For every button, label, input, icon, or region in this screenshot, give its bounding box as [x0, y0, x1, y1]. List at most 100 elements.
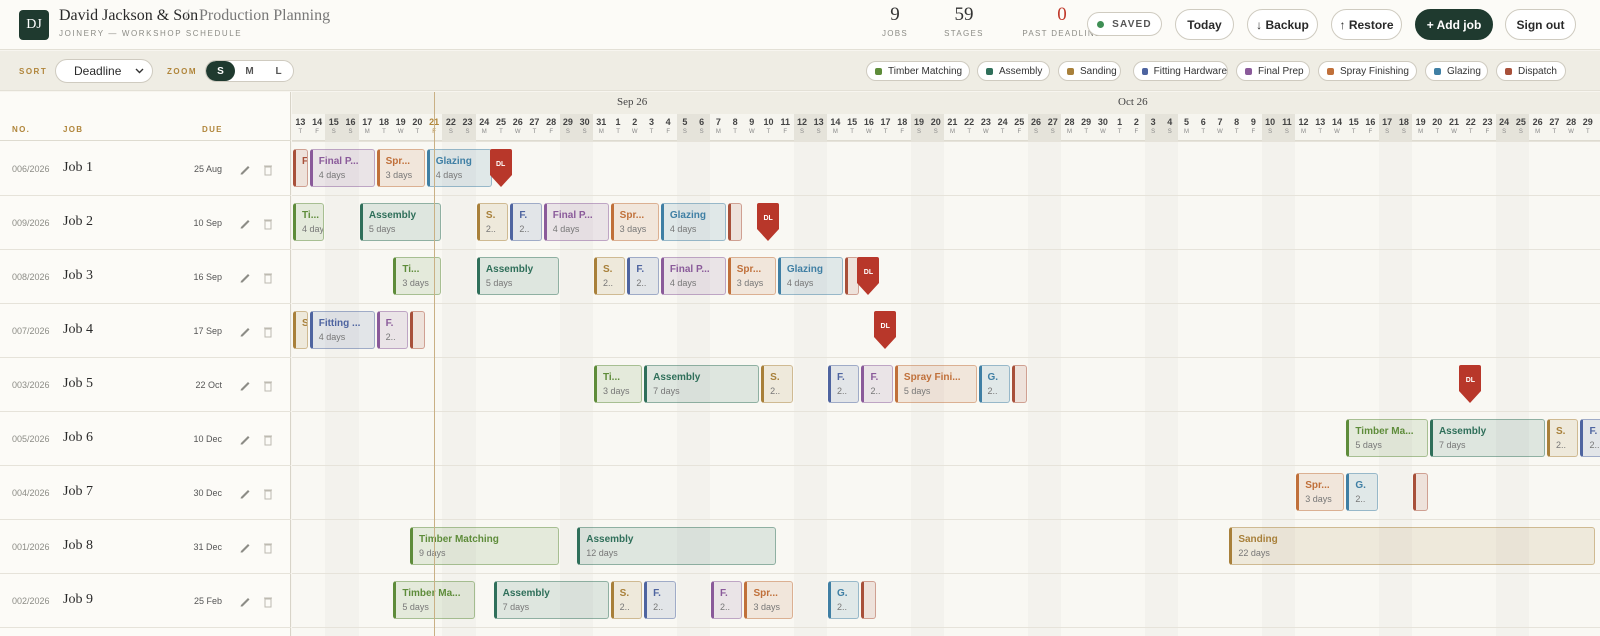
edit-icon[interactable] [239, 432, 251, 446]
stage-bar-spray-finishing[interactable]: Spray Fini... 5 days [894, 365, 977, 403]
backup-button[interactable]: ↓ Backup [1247, 9, 1318, 40]
stage-bar-assembly[interactable]: Assembly 12 days [577, 527, 776, 565]
job-row[interactable]: 002/2026 Job 9 25 Feb [0, 573, 291, 628]
today-button[interactable]: Today [1175, 9, 1234, 40]
job-row[interactable]: 006/2026 Job 1 25 Aug [0, 141, 291, 196]
edit-icon[interactable] [239, 540, 251, 554]
stage-bar-dispatch[interactable] [410, 311, 425, 349]
job-row[interactable]: 008/2026 Job 3 16 Sep [0, 249, 291, 304]
zoom-small-button[interactable]: S [206, 61, 235, 81]
stage-bar-sanding[interactable]: S. 2.. [593, 257, 626, 295]
legend-chip-glazing[interactable]: Glazing [1425, 61, 1488, 81]
job-row[interactable]: 001/2026 Job 8 31 Dec [0, 519, 291, 574]
trash-icon[interactable] [263, 325, 273, 338]
stage-bar-glazing[interactable]: G. 2.. [978, 365, 1010, 403]
stage-bar-dispatch[interactable] [861, 581, 877, 619]
job-row[interactable]: 007/2026 Job 4 17 Sep [0, 303, 291, 358]
restore-button[interactable]: ↑ Restore [1331, 9, 1402, 40]
edit-icon[interactable] [239, 270, 251, 284]
trash-icon[interactable] [263, 433, 273, 446]
stage-bar-fitting-hardware[interactable]: F. 2.. [627, 257, 659, 295]
legend-chip-timber-matching[interactable]: Timber Matching [866, 61, 970, 81]
legend-chip-spray-finishing[interactable]: Spray Finishing [1318, 61, 1417, 81]
edit-icon[interactable] [239, 594, 251, 608]
trash-icon[interactable] [263, 271, 273, 284]
trash-icon[interactable] [263, 163, 273, 176]
legend-chip-final-prep[interactable]: Final Prep [1236, 61, 1310, 81]
stage-bar-fitting-hardware[interactable]: Fitting ... 4 days [309, 311, 375, 349]
legend-chip-dispatch[interactable]: Dispatch [1496, 61, 1566, 81]
stage-bar-timber-matching[interactable]: Timber Ma... 5 days [1346, 419, 1428, 457]
stage-bar-fitting-hardware[interactable]: F. 2.. [510, 203, 542, 241]
job-row[interactable]: 005/2026 Job 6 10 Dec [0, 411, 291, 466]
deadline-marker[interactable]: DL [857, 257, 880, 295]
stage-bar-fitting-hardware[interactable]: F. 2.. [828, 365, 860, 403]
stage-bar-dispatch[interactable] [727, 203, 743, 241]
stage-bar-assembly[interactable]: Assembly 5 days [476, 257, 559, 295]
stage-bar-final-prep[interactable]: F. 2.. [376, 311, 409, 349]
stage-bar-sanding[interactable]: S. 2.. [1547, 419, 1579, 457]
zoom-medium-button[interactable]: M [235, 61, 264, 81]
stage-bar-timber-matching[interactable]: Ti... 4 days [293, 203, 325, 241]
stage-bar-dispatch[interactable] [1011, 365, 1027, 403]
job-row[interactable]: 009/2026 Job 2 10 Sep [0, 195, 291, 250]
stage-bar-assembly[interactable]: Assembly 7 days [644, 365, 760, 403]
add-job-button[interactable]: + Add job [1415, 9, 1493, 40]
day-number: 25 [495, 117, 506, 127]
edit-icon[interactable] [239, 486, 251, 500]
sign-out-button[interactable]: Sign out [1505, 9, 1576, 40]
stage-bar-final-prep[interactable]: F. 2.. [861, 365, 893, 403]
zoom-large-button[interactable]: L [264, 61, 293, 81]
stage-bar-glazing[interactable]: G. 2.. [1346, 473, 1378, 511]
stage-bar-dispatch[interactable]: F. [293, 149, 308, 187]
stage-bar-spray-finishing[interactable]: Spr... 3 days [1296, 473, 1345, 511]
deadline-marker[interactable]: DL [757, 203, 780, 241]
stage-bar-assembly[interactable]: Assembly 5 days [359, 203, 442, 241]
stage-bar-timber-matching[interactable]: Ti... 3 days [593, 365, 643, 403]
stage-bar-final-prep[interactable]: Final P... 4 days [309, 149, 375, 187]
edit-icon[interactable] [239, 324, 251, 338]
stage-bar-spray-finishing[interactable]: Spr... 3 days [610, 203, 659, 241]
trash-icon[interactable] [263, 595, 273, 608]
stage-bar-timber-matching[interactable]: Timber Matching 9 days [410, 527, 559, 565]
stage-bar-final-prep[interactable]: F. 2.. [711, 581, 743, 619]
day-weekday: F [549, 129, 553, 135]
stage-bar-final-prep[interactable]: Final P... 4 days [660, 257, 726, 295]
stage-bar-glazing[interactable]: Glazing 4 days [660, 203, 726, 241]
legend-chip-assembly[interactable]: Assembly [977, 61, 1050, 81]
job-row[interactable]: 004/2026 Job 7 30 Dec [0, 465, 291, 520]
stage-bar-sanding[interactable]: S. [293, 311, 308, 349]
stage-bar-spray-finishing[interactable]: Spr... 3 days [727, 257, 776, 295]
edit-icon[interactable] [239, 162, 251, 176]
stage-bar-assembly[interactable]: Assembly 7 days [493, 581, 609, 619]
deadline-marker[interactable]: DL [874, 311, 897, 349]
edit-icon[interactable] [239, 216, 251, 230]
sort-select[interactable]: Deadline [55, 59, 153, 83]
stage-bar-glazing[interactable]: Glazing 4 days [426, 149, 492, 187]
stage-bar-glazing[interactable]: Glazing 4 days [777, 257, 843, 295]
stage-bar-sanding[interactable]: S. 2.. [476, 203, 509, 241]
stage-bar-dispatch[interactable] [1413, 473, 1428, 511]
stage-bar-sanding[interactable]: S. 2.. [761, 365, 793, 403]
legend-chip-sanding[interactable]: Sanding [1058, 61, 1121, 81]
stage-bar-spray-finishing[interactable]: Spr... 3 days [744, 581, 793, 619]
trash-icon[interactable] [263, 541, 273, 554]
deadline-marker[interactable]: DL [489, 149, 512, 187]
stage-bar-title: F. [837, 372, 845, 383]
trash-icon[interactable] [263, 217, 273, 230]
stage-bar-fitting-hardware[interactable]: F. 2.. [644, 581, 676, 619]
stage-bar-glazing[interactable]: G. 2.. [828, 581, 860, 619]
stage-bar-spray-finishing[interactable]: Spr... 3 days [376, 149, 425, 187]
stage-bar-sanding[interactable]: Sanding 22 days [1229, 527, 1596, 565]
stage-bar-sanding[interactable]: S. 2.. [610, 581, 643, 619]
saved-dot-icon [1097, 20, 1105, 28]
stage-bar-assembly[interactable]: Assembly 7 days [1429, 419, 1545, 457]
job-row[interactable]: 003/2026 Job 5 22 Oct [0, 357, 291, 412]
stage-bar-final-prep[interactable]: Final P... 4 days [543, 203, 609, 241]
legend-chip-fitting-hardware[interactable]: Fitting Hardware [1133, 61, 1228, 81]
trash-icon[interactable] [263, 379, 273, 392]
stage-bar-fitting-hardware[interactable]: F. 2.. [1580, 419, 1600, 457]
edit-icon[interactable] [239, 378, 251, 392]
deadline-marker[interactable]: DL [1459, 365, 1482, 403]
trash-icon[interactable] [263, 487, 273, 500]
